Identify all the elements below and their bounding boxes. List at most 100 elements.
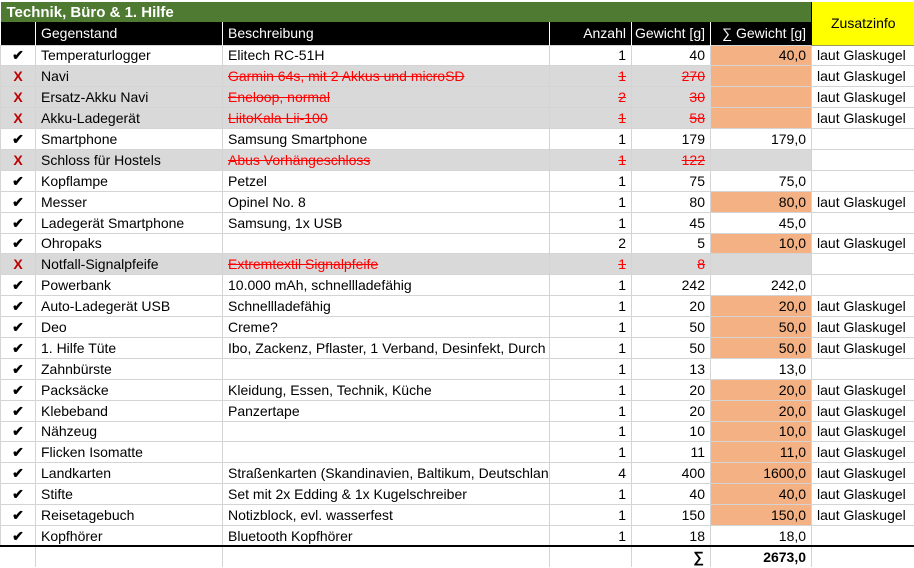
sigma-icon[interactable]: ∑ bbox=[631, 545, 711, 568]
column-header-zusatzinfo[interactable]: Zusatzinfo bbox=[811, 2, 914, 46]
info-cell[interactable]: laut Glaskugel bbox=[811, 399, 914, 422]
status-cell[interactable]: X bbox=[0, 253, 36, 276]
quantity-cell[interactable]: 1 bbox=[549, 420, 632, 443]
description-cell[interactable]: Panzertape bbox=[222, 399, 550, 422]
column-header-sum-gewicht[interactable]: ∑ Gewicht [g] bbox=[710, 22, 812, 45]
item-cell[interactable]: Messer bbox=[35, 190, 223, 213]
info-cell[interactable]: laut Glaskugel bbox=[811, 232, 914, 255]
weight-cell[interactable]: 18 bbox=[631, 524, 711, 547]
description-cell[interactable]: Abus Vorhängeschloss bbox=[222, 148, 550, 171]
weight-cell[interactable]: 400 bbox=[631, 462, 711, 485]
description-cell[interactable]: Set mit 2x Edding & 1x Kugelschreiber bbox=[222, 483, 550, 506]
item-cell[interactable]: Ersatz-Akku Navi bbox=[35, 86, 223, 109]
weight-cell[interactable]: 50 bbox=[631, 316, 711, 338]
sum-weight-cell[interactable]: 20,0 bbox=[709, 295, 813, 318]
weight-cell[interactable]: 10 bbox=[631, 420, 711, 443]
quantity-cell[interactable]: 4 bbox=[549, 462, 632, 485]
sum-weight-cell[interactable] bbox=[709, 253, 813, 276]
sum-weight-cell[interactable]: 150,0 bbox=[709, 504, 813, 526]
info-cell[interactable] bbox=[811, 148, 914, 171]
info-cell[interactable]: laut Glaskugel bbox=[811, 86, 914, 109]
status-cell[interactable]: ✔ bbox=[0, 483, 36, 506]
empty-cell[interactable] bbox=[549, 545, 632, 568]
weight-cell[interactable]: 13 bbox=[631, 357, 711, 380]
column-header-gewicht[interactable]: Gewicht [g] bbox=[631, 22, 711, 45]
sum-weight-cell[interactable] bbox=[709, 148, 813, 171]
weight-cell[interactable]: 20 bbox=[631, 295, 711, 318]
item-cell[interactable]: Ladegerät Smartphone bbox=[35, 211, 223, 234]
description-cell[interactable]: Elitech RC-51H bbox=[222, 44, 550, 67]
info-cell[interactable] bbox=[811, 357, 914, 380]
description-cell[interactable]: Bluetooth Kopfhörer bbox=[222, 524, 550, 547]
description-cell[interactable]: Petzel bbox=[222, 169, 550, 192]
description-cell[interactable]: Creme? bbox=[222, 316, 550, 338]
sum-weight-cell[interactable]: 179,0 bbox=[709, 128, 813, 150]
quantity-cell[interactable]: 1 bbox=[549, 357, 632, 380]
info-cell[interactable]: laut Glaskugel bbox=[811, 336, 914, 359]
status-cell[interactable]: ✔ bbox=[0, 524, 36, 547]
info-cell[interactable]: laut Glaskugel bbox=[811, 483, 914, 506]
column-header-anzahl[interactable]: Anzahl bbox=[549, 22, 632, 45]
weight-cell[interactable]: 58 bbox=[631, 107, 711, 130]
info-cell[interactable] bbox=[811, 169, 914, 192]
quantity-cell[interactable]: 2 bbox=[549, 86, 632, 109]
item-cell[interactable]: Klebeband bbox=[35, 399, 223, 422]
status-cell[interactable]: ✔ bbox=[0, 316, 36, 338]
column-header-gegenstand[interactable]: Gegenstand bbox=[35, 22, 223, 45]
sum-weight-cell[interactable]: 40,0 bbox=[709, 44, 813, 67]
quantity-cell[interactable]: 1 bbox=[549, 253, 632, 276]
status-cell[interactable]: ✔ bbox=[0, 128, 36, 150]
status-cell[interactable]: ✔ bbox=[0, 169, 36, 192]
weight-cell[interactable]: 45 bbox=[631, 211, 711, 234]
weight-cell[interactable]: 8 bbox=[631, 253, 711, 276]
info-cell[interactable] bbox=[811, 253, 914, 276]
sum-weight-cell[interactable]: 20,0 bbox=[709, 399, 813, 422]
description-cell[interactable]: Garmin 64s, mit 2 Akkus und microSD bbox=[222, 65, 550, 88]
description-cell[interactable]: Eneloop, normal bbox=[222, 86, 550, 109]
info-cell[interactable]: laut Glaskugel bbox=[811, 316, 914, 338]
item-cell[interactable]: Zahnbürste bbox=[35, 357, 223, 380]
column-header-status[interactable] bbox=[0, 22, 36, 45]
sum-weight-cell[interactable]: 242,0 bbox=[709, 274, 813, 297]
sum-weight-cell[interactable]: 20,0 bbox=[709, 378, 813, 401]
status-cell[interactable]: ✔ bbox=[0, 441, 36, 464]
item-cell[interactable]: Temperaturlogger bbox=[35, 44, 223, 67]
info-cell[interactable]: laut Glaskugel bbox=[811, 44, 914, 67]
status-cell[interactable]: X bbox=[0, 107, 36, 130]
description-cell[interactable] bbox=[222, 232, 550, 255]
status-cell[interactable]: ✔ bbox=[0, 462, 36, 485]
item-cell[interactable]: Kopflampe bbox=[35, 169, 223, 192]
description-cell[interactable]: Ibo, Zackenz, Pflaster, 1 Verband, Desin… bbox=[222, 336, 550, 359]
status-cell[interactable]: X bbox=[0, 86, 36, 109]
sum-weight-cell[interactable] bbox=[709, 107, 813, 130]
description-cell[interactable]: LiitoKala Lii-100 bbox=[222, 107, 550, 130]
empty-cell[interactable] bbox=[0, 545, 36, 568]
status-cell[interactable]: ✔ bbox=[0, 190, 36, 213]
quantity-cell[interactable]: 1 bbox=[549, 295, 632, 318]
item-cell[interactable]: Schloss für Hostels bbox=[35, 148, 223, 171]
sum-weight-cell[interactable]: 10,0 bbox=[709, 420, 813, 443]
description-cell[interactable] bbox=[222, 441, 550, 464]
status-cell[interactable]: ✔ bbox=[0, 211, 36, 234]
weight-cell[interactable]: 80 bbox=[631, 190, 711, 213]
weight-cell[interactable]: 40 bbox=[631, 483, 711, 506]
item-cell[interactable]: Flicken Isomatte bbox=[35, 441, 223, 464]
description-cell[interactable]: Samsung, 1x USB bbox=[222, 211, 550, 234]
quantity-cell[interactable]: 1 bbox=[549, 274, 632, 297]
info-cell[interactable] bbox=[811, 211, 914, 234]
status-cell[interactable]: ✔ bbox=[0, 44, 36, 67]
info-cell[interactable] bbox=[811, 128, 914, 150]
description-cell[interactable]: Schnellladefähig bbox=[222, 295, 550, 318]
weight-cell[interactable]: 270 bbox=[631, 65, 711, 88]
sum-weight-cell[interactable]: 13,0 bbox=[709, 357, 813, 380]
column-header-beschreibung[interactable]: Beschreibung bbox=[222, 22, 550, 45]
sum-weight-cell[interactable]: 18,0 bbox=[709, 524, 813, 547]
status-cell[interactable]: ✔ bbox=[0, 357, 36, 380]
sum-weight-cell[interactable]: 10,0 bbox=[709, 232, 813, 255]
quantity-cell[interactable]: 1 bbox=[549, 336, 632, 359]
info-cell[interactable]: laut Glaskugel bbox=[811, 65, 914, 88]
weight-cell[interactable]: 30 bbox=[631, 86, 711, 109]
weight-cell[interactable]: 11 bbox=[631, 441, 711, 464]
info-cell[interactable]: laut Glaskugel bbox=[811, 378, 914, 401]
info-cell[interactable] bbox=[811, 524, 914, 547]
